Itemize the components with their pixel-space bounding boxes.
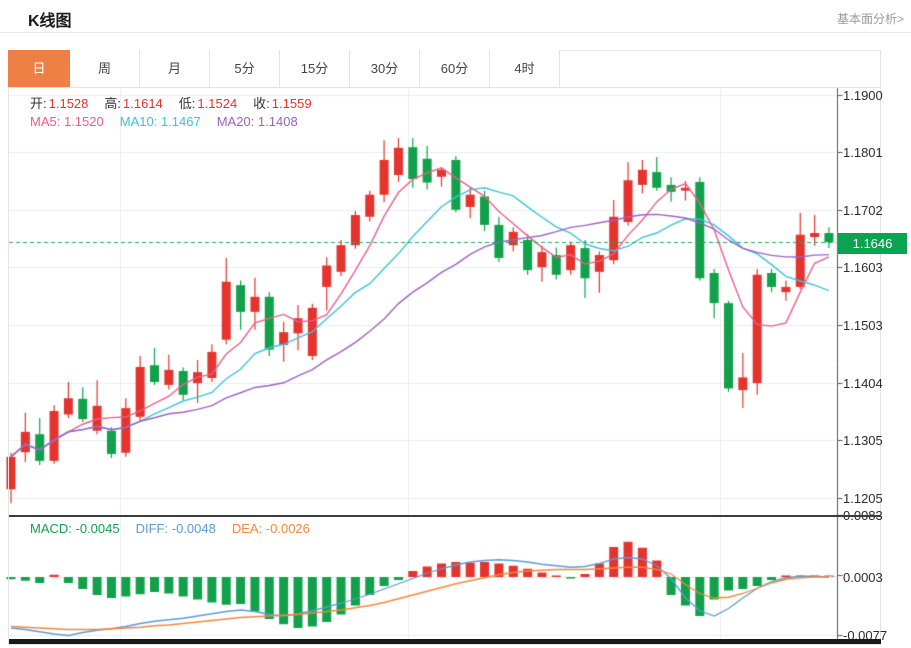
panel-separator [9,515,881,517]
y-axis-tick: 1.1205 [843,491,883,506]
title-divider [0,32,911,33]
tab-15min[interactable]: 15分 [280,50,350,87]
y-axis-tick: 1.1603 [843,260,883,275]
ma-legend: MA5: 1.1520 MA10: 1.1467 MA20: 1.1408 [30,114,298,129]
tab-30min[interactable]: 30分 [350,50,420,87]
y-axis-tick: 1.1801 [843,145,883,160]
y-axis-tick: 1.1702 [843,203,883,218]
ma10-value: MA10: 1.1467 [120,114,201,129]
macd-value: MACD: -0.0045 [30,521,120,536]
low-value: 低:1.1524 [179,93,237,112]
ma5-value: MA5: 1.1520 [30,114,104,129]
ohlc-legend: 开:1.1528 高:1.1614 低:1.1524 收:1.1559 [30,93,312,112]
dea-value: DEA: -0.0026 [232,521,310,536]
tab-day[interactable]: 日 [8,50,70,87]
tab-60min[interactable]: 60分 [420,50,490,87]
y-axis-tick: 1.1404 [843,376,883,391]
open-value: 开:1.1528 [30,93,88,112]
tab-week[interactable]: 周 [70,50,140,87]
interval-tab-bar: 日 周 月 5分 15分 30分 60分 4时 [8,50,881,88]
page-title: K线图 [28,7,72,31]
y-axis-tick: 1.1305 [843,433,883,448]
x-axis-bar [9,639,881,644]
y-axis-tick: 1.1900 [843,88,883,103]
macd-legend: MACD: -0.0045 DIFF: -0.0048 DEA: -0.0026 [30,521,310,536]
tab-month[interactable]: 月 [140,50,210,87]
y-axis-tick: 1.1503 [843,318,883,333]
ma20-value: MA20: 1.1408 [217,114,298,129]
macd-axis-tick: 0.0003 [843,570,883,585]
tab-5min[interactable]: 5分 [210,50,280,87]
high-value: 高:1.1614 [104,93,162,112]
fundamental-analysis-link[interactable]: 基本面分析> [837,10,904,27]
diff-value: DIFF: -0.0048 [136,521,216,536]
kline-page: K线图 基本面分析> 日 周 月 5分 15分 30分 60分 4时 开:1.1… [0,0,911,648]
tab-4hour[interactable]: 4时 [490,50,560,87]
current-price-badge: 1.1646 [838,233,907,254]
close-value: 收:1.1559 [253,93,311,112]
